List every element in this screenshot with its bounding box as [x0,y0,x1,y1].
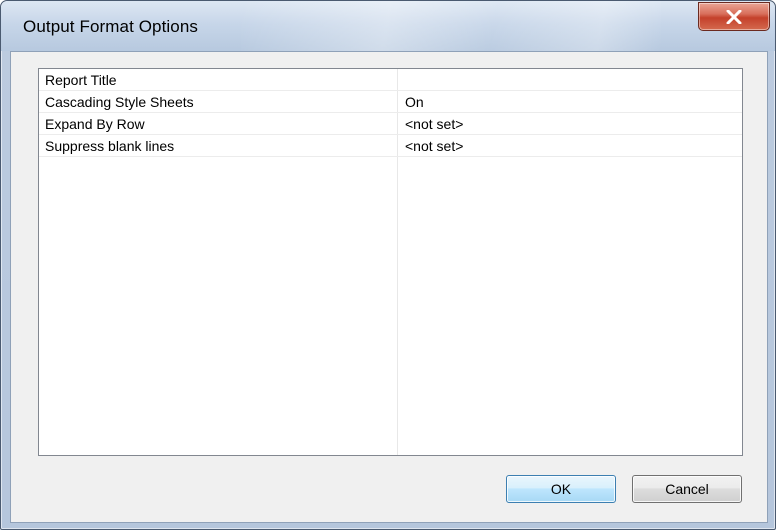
property-name: Cascading Style Sheets [45,94,194,110]
property-name: Expand By Row [45,116,145,132]
dialog-window: Output Format Options Report Title Casca… [0,0,776,530]
property-value[interactable]: <not set> [405,138,463,154]
title-bar[interactable]: Output Format Options [1,1,775,51]
property-row-expand-by-row[interactable]: Expand By Row <not set> [39,113,742,135]
close-button[interactable] [698,2,770,31]
dialog-client-area: Report Title Cascading Style Sheets On E… [10,51,768,523]
property-row-report-title[interactable]: Report Title [39,69,742,91]
property-grid[interactable]: Report Title Cascading Style Sheets On E… [38,68,743,456]
close-x-icon [726,9,742,24]
property-row-cascading-style-sheets[interactable]: Cascading Style Sheets On [39,91,742,113]
title-bar-glass [241,1,661,51]
property-row-suppress-blank-lines[interactable]: Suppress blank lines <not set> [39,135,742,157]
dialog-title: Output Format Options [23,17,199,36]
cancel-button[interactable]: Cancel [632,475,742,503]
property-name: Suppress blank lines [45,138,175,154]
property-value[interactable]: <not set> [405,116,463,132]
property-value[interactable]: On [405,94,424,110]
property-name: Report Title [45,72,117,88]
ok-button[interactable]: OK [506,475,616,503]
